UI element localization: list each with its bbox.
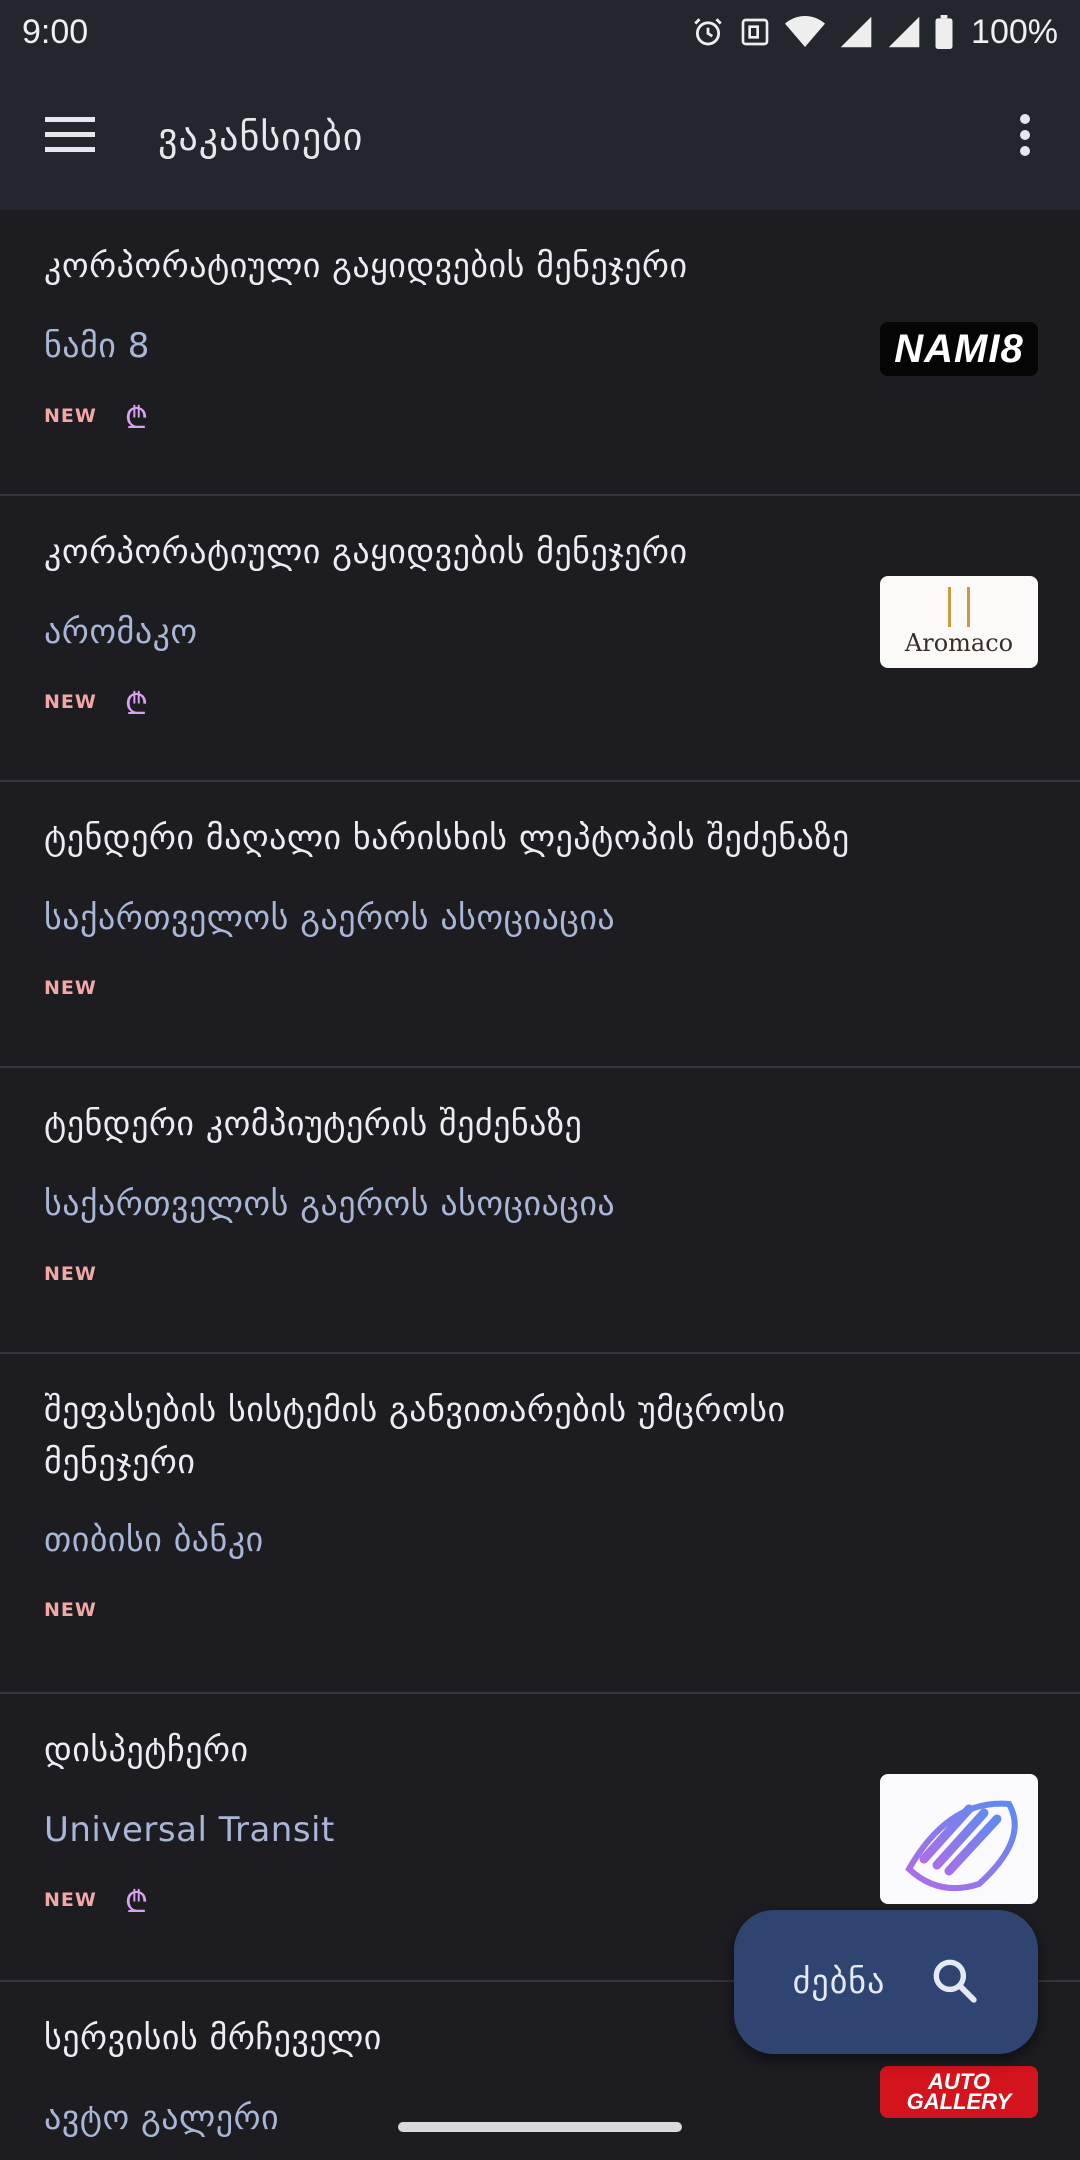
status-icons: 100% [691, 13, 1058, 52]
company-logo: Aromaco [880, 576, 1038, 668]
new-badge: NEW [44, 977, 97, 999]
job-list-item[interactable]: ტენდერი კომპიუტერის შეძენაზე საქართველოს… [0, 1068, 1080, 1354]
salary-badge: ₾ [124, 1884, 148, 1920]
job-title: კორპორატიული გაყიდვების მენეჯერი [44, 532, 688, 572]
search-fab-label: ძებნა [792, 1962, 886, 2002]
overflow-menu-button[interactable] [970, 64, 1080, 210]
new-badge: NEW [44, 1889, 97, 1911]
gesture-nav-bar[interactable] [398, 2122, 682, 2132]
status-bar: 9:00 100% [0, 0, 1080, 64]
hamburger-menu-icon [45, 117, 95, 157]
logo-mark [948, 587, 970, 627]
logo-text: NAMI8 [894, 326, 1024, 371]
battery-icon [935, 15, 953, 49]
search-icon [929, 1955, 979, 2009]
new-badge: NEW [44, 1263, 97, 1285]
more-vert-icon [1019, 113, 1031, 161]
logo-text: AUTO GALLERY [906, 2069, 1012, 2114]
badges: NEW [44, 1254, 1036, 1294]
app-root: 9:00 100% ვაკანსიები კორპორატიული გაყიდვ… [0, 0, 1080, 2160]
job-title: შეფასების სისტემის განვითარების უმცროსი … [44, 1390, 786, 1482]
app-toolbar: ვაკანსიები [0, 64, 1080, 210]
company-name: საქართველოს გაეროს ასოციაცია [44, 1184, 616, 1224]
job-list-item[interactable]: შეფასების სისტემის განვითარების უმცროსი … [0, 1354, 1080, 1694]
job-list: კორპორატიული გაყიდვების მენეჯერი ნამი 8 … [0, 210, 1080, 2160]
status-time: 9:00 [22, 12, 89, 51]
job-title: დისპეტჩერი [44, 1730, 249, 1770]
page-title: ვაკანსიები [158, 115, 364, 159]
nfc-icon [739, 16, 771, 48]
search-fab[interactable]: ძებნა [734, 1910, 1038, 2054]
badges: NEW ₾ [44, 682, 1036, 722]
menu-button[interactable] [0, 64, 150, 210]
job-list-item[interactable]: კორპორატიული გაყიდვების მენეჯერი არომაკო… [0, 496, 1080, 782]
universal-transit-logo-icon [905, 1800, 1018, 1892]
company-logo [880, 1774, 1038, 1904]
new-badge: NEW [44, 691, 97, 713]
battery-percentage: 100% [971, 12, 1058, 51]
signal-icon [839, 15, 873, 49]
company-logo: NAMI8 [880, 322, 1038, 376]
signal-icon-2 [887, 15, 921, 49]
company-logo: AUTO GALLERY [880, 2066, 1038, 2118]
badges: NEW ₾ [44, 396, 1036, 436]
company-name: საქართველოს გაეროს ასოციაცია [44, 898, 616, 938]
badges: NEW [44, 968, 1036, 1008]
alarm-icon [691, 15, 725, 49]
logo-text: Aromaco [904, 629, 1014, 657]
job-title: კორპორატიული გაყიდვების მენეჯერი [44, 246, 688, 286]
job-list-item[interactable]: კორპორატიული გაყიდვების მენეჯერი ნამი 8 … [0, 210, 1080, 496]
job-title: ტენდერი კომპიუტერის შეძენაზე [44, 1104, 583, 1144]
new-badge: NEW [44, 1599, 97, 1621]
company-name: თიბისი ბანკი [44, 1520, 264, 1560]
salary-badge: ₾ [124, 400, 148, 436]
wifi-icon [785, 15, 826, 49]
new-badge: NEW [44, 405, 97, 427]
job-list-item[interactable]: ტენდერი მაღალი ხარისხის ლეპტოპის შეძენაზ… [0, 782, 1080, 1068]
badges: NEW [44, 1590, 1036, 1630]
job-title: ტენდერი მაღალი ხარისხის ლეპტოპის შეძენაზ… [44, 818, 850, 858]
salary-badge: ₾ [124, 686, 148, 722]
